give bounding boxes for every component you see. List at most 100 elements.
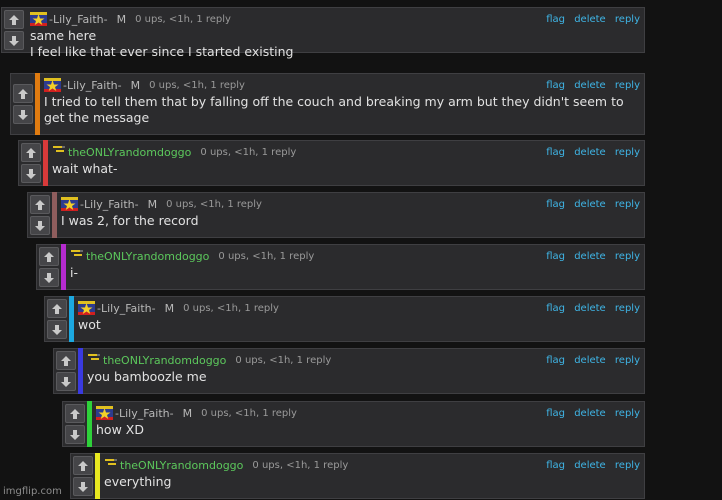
upvote-button[interactable] xyxy=(56,351,76,370)
username-link[interactable]: theONLYrandomdoggo xyxy=(86,250,209,263)
delete-link[interactable]: delete xyxy=(574,408,606,419)
downvote-button[interactable] xyxy=(65,425,85,444)
delete-link[interactable]: delete xyxy=(574,303,606,314)
reply-link[interactable]: reply xyxy=(615,408,640,419)
downvote-button[interactable] xyxy=(21,164,41,183)
mod-badge: M xyxy=(116,12,127,26)
username-link[interactable]: -Lily_Faith- xyxy=(49,13,108,26)
thread-depth-bar xyxy=(69,296,74,342)
comment-actions: flag delete reply xyxy=(540,80,640,91)
vote-controls xyxy=(63,402,87,446)
delete-link[interactable]: delete xyxy=(574,147,606,158)
reply-link[interactable]: reply xyxy=(615,460,640,471)
flag-link[interactable]: flag xyxy=(546,251,565,262)
arrow-down-icon xyxy=(8,35,20,47)
flag-link[interactable]: flag xyxy=(546,303,565,314)
thread-depth-bar xyxy=(43,140,48,186)
downvote-button[interactable] xyxy=(73,477,93,496)
thread-depth-bar xyxy=(61,244,66,290)
upvote-button[interactable] xyxy=(13,84,33,103)
comment: -Lily_Faith- M 0 ups, <1h, 1 reply flag … xyxy=(44,296,645,342)
username-link[interactable]: -Lily_Faith- xyxy=(97,302,156,315)
reply-link[interactable]: reply xyxy=(615,14,640,25)
upvote-button[interactable] xyxy=(39,247,59,266)
comment: theONLYrandomdoggo 0 ups, <1h, 1 reply f… xyxy=(18,140,645,186)
thread-depth-bar xyxy=(95,453,100,499)
flag-link[interactable]: flag xyxy=(546,80,565,91)
star-flag-icon[interactable] xyxy=(78,301,95,315)
upvote-button[interactable] xyxy=(65,404,85,423)
comment-text: wait what- xyxy=(52,161,118,176)
flag-link[interactable]: flag xyxy=(546,147,565,158)
reply-link[interactable]: reply xyxy=(615,80,640,91)
arrow-up-icon xyxy=(34,199,46,211)
arrow-down-icon xyxy=(51,324,63,336)
delete-link[interactable]: delete xyxy=(574,199,606,210)
reply-link[interactable]: reply xyxy=(615,147,640,158)
username-link[interactable]: -Lily_Faith- xyxy=(115,407,174,420)
comment: -Lily_Faith- M 0 ups, <1h, 1 reply flag … xyxy=(10,73,645,135)
comment-text: how XD xyxy=(96,422,144,437)
username-link[interactable]: theONLYrandomdoggo xyxy=(103,354,226,367)
arrow-up-icon xyxy=(25,147,37,159)
comment: theONLYrandomdoggo 0 ups, <1h, 1 reply f… xyxy=(36,244,645,290)
delete-link[interactable]: delete xyxy=(574,355,606,366)
comment-stats: 0 ups, <1h, 1 reply xyxy=(183,302,279,314)
star-flag-icon[interactable] xyxy=(44,78,61,92)
reply-link[interactable]: reply xyxy=(615,199,640,210)
star-flag-icon[interactable] xyxy=(61,197,78,211)
username-link[interactable]: -Lily_Faith- xyxy=(80,198,139,211)
reply-link[interactable]: reply xyxy=(615,303,640,314)
comment-actions: flag delete reply xyxy=(540,460,640,471)
flag-link[interactable]: flag xyxy=(546,460,565,471)
dash-icon[interactable] xyxy=(87,353,101,367)
comment-text: I was 2, for the record xyxy=(61,213,199,228)
vote-controls xyxy=(45,297,69,341)
downvote-button[interactable] xyxy=(30,216,50,235)
delete-link[interactable]: delete xyxy=(574,460,606,471)
downvote-button[interactable] xyxy=(47,320,67,339)
delete-link[interactable]: delete xyxy=(574,14,606,25)
dash-icon[interactable] xyxy=(52,145,66,159)
dash-icon[interactable] xyxy=(70,249,84,263)
flag-link[interactable]: flag xyxy=(546,14,565,25)
downvote-button[interactable] xyxy=(13,105,33,124)
arrow-up-icon xyxy=(60,355,72,367)
upvote-button[interactable] xyxy=(47,299,67,318)
flag-link[interactable]: flag xyxy=(546,408,565,419)
star-flag-icon[interactable] xyxy=(30,12,47,26)
downvote-button[interactable] xyxy=(4,31,24,50)
comment-actions: flag delete reply xyxy=(540,251,640,262)
arrow-down-icon xyxy=(17,109,29,121)
comment-text: you bamboozle me xyxy=(87,369,207,384)
downvote-button[interactable] xyxy=(56,372,76,391)
arrow-down-icon xyxy=(69,429,81,441)
arrow-up-icon xyxy=(43,251,55,263)
username-link[interactable]: theONLYrandomdoggo xyxy=(68,146,191,159)
delete-link[interactable]: delete xyxy=(574,251,606,262)
downvote-button[interactable] xyxy=(39,268,59,287)
comment-actions: flag delete reply xyxy=(540,355,640,366)
upvote-button[interactable] xyxy=(21,143,41,162)
reply-link[interactable]: reply xyxy=(615,355,640,366)
arrow-up-icon xyxy=(69,408,81,420)
dash-icon[interactable] xyxy=(104,458,118,472)
comment-actions: flag delete reply xyxy=(540,199,640,210)
upvote-button[interactable] xyxy=(30,195,50,214)
vote-controls xyxy=(19,141,43,185)
arrow-up-icon xyxy=(51,303,63,315)
comment-actions: flag delete reply xyxy=(540,147,640,158)
flag-link[interactable]: flag xyxy=(546,355,565,366)
arrow-up-icon xyxy=(17,88,29,100)
reply-link[interactable]: reply xyxy=(615,251,640,262)
comment-actions: flag delete reply xyxy=(540,303,640,314)
username-link[interactable]: theONLYrandomdoggo xyxy=(120,459,243,472)
comment-actions: flag delete reply xyxy=(540,14,640,25)
delete-link[interactable]: delete xyxy=(574,80,606,91)
upvote-button[interactable] xyxy=(4,10,24,29)
flag-link[interactable]: flag xyxy=(546,199,565,210)
mod-badge: M xyxy=(147,197,158,211)
username-link[interactable]: -Lily_Faith- xyxy=(63,79,122,92)
star-flag-icon[interactable] xyxy=(96,406,113,420)
upvote-button[interactable] xyxy=(73,456,93,475)
